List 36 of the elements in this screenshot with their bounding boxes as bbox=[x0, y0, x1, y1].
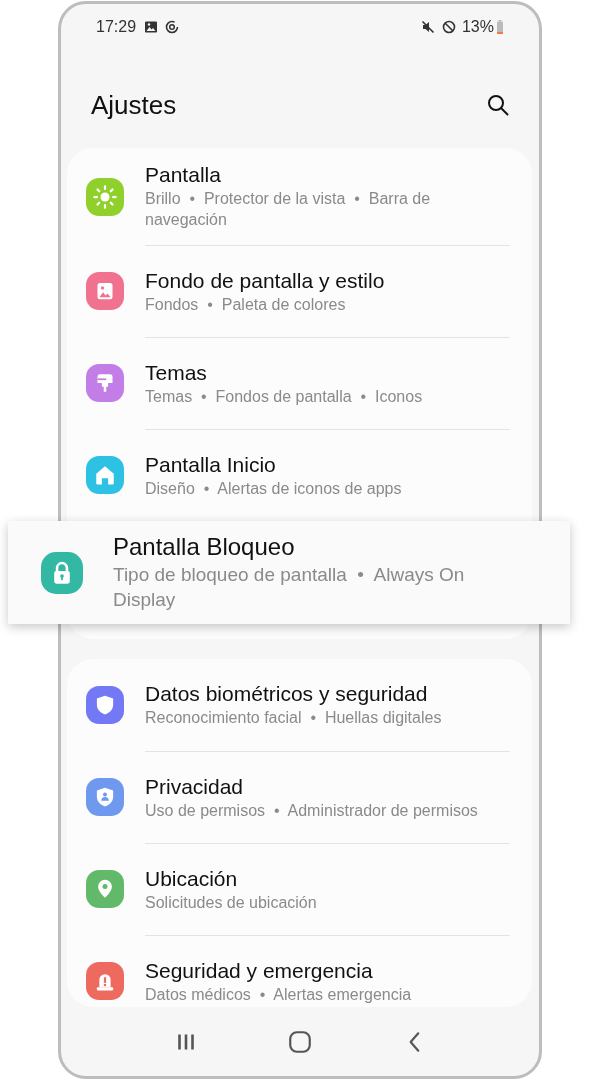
item-subtitle: Reconocimiento facial • Huellas digitales bbox=[145, 708, 443, 728]
item-subtitle: Fondos • Paleta de colores bbox=[145, 295, 347, 315]
blocked-icon bbox=[440, 19, 457, 35]
settings-item[interactable]: Pantalla Brillo • Protector de la vista • Barra de navegación bbox=[67, 148, 510, 245]
item-title: Ubicación bbox=[145, 866, 239, 892]
sync-icon bbox=[164, 19, 181, 35]
item-subtitle: Uso de permisos • Administrador de permisos bbox=[145, 801, 479, 821]
item-title: Privacidad bbox=[145, 774, 245, 800]
home-icon bbox=[287, 1028, 314, 1055]
item-title: Temas bbox=[145, 360, 208, 386]
item-title: Pantalla Bloqueo bbox=[113, 531, 296, 562]
item-subtitle: Brillo • Protector de la vista • Barra de navegación bbox=[145, 189, 432, 230]
item-subtitle: Tipo de bloqueo de pantalla • Always On Display bbox=[113, 562, 466, 612]
item-subtitle: Diseño • Alertas de iconos de apps bbox=[145, 479, 403, 499]
settings-item[interactable]: Datos biométricos y seguridad Reconocimiento facial • Huellas digitales bbox=[67, 659, 510, 751]
settings-item[interactable]: Ubicación Solicitudes de ubicación bbox=[67, 843, 510, 935]
settings-item[interactable]: Temas Temas • Fondos de pantalla • Iconos bbox=[67, 337, 510, 429]
battery-icon bbox=[496, 19, 504, 35]
muted-speaker-icon bbox=[419, 19, 436, 35]
page-title: Ajustes bbox=[91, 90, 177, 120]
clock-time: 17:29 bbox=[96, 17, 137, 37]
item-title: Seguridad y emergencia bbox=[145, 958, 374, 984]
picture-icon bbox=[143, 19, 160, 35]
item-subtitle: Temas • Fondos de pantalla • Iconos bbox=[145, 387, 424, 407]
battery-percent: 13% bbox=[461, 17, 494, 37]
item-title: Pantalla bbox=[145, 162, 222, 188]
settings-item[interactable]: Privacidad Uso de permisos • Administrador de permisos bbox=[67, 751, 510, 843]
item-title: Pantalla Inicio bbox=[145, 452, 277, 478]
item-subtitle: Solicitudes de ubicación bbox=[145, 893, 318, 913]
settings-item[interactable]: Fondo de pantalla y estilo Fondos • Paleta de colores bbox=[67, 245, 510, 337]
item-title: Datos biométricos y seguridad bbox=[145, 681, 429, 707]
search-icon bbox=[486, 93, 510, 117]
settings-item[interactable]: Pantalla Bloqueo Tipo de bloqueo de pantalla • Always On Display bbox=[8, 521, 570, 624]
item-title: Fondo de pantalla y estilo bbox=[145, 268, 386, 294]
item-subtitle: Datos médicos • Alertas emergencia bbox=[145, 985, 413, 1005]
settings-item[interactable]: Seguridad y emergencia Datos médicos • Alertas emergencia bbox=[67, 935, 510, 1007]
